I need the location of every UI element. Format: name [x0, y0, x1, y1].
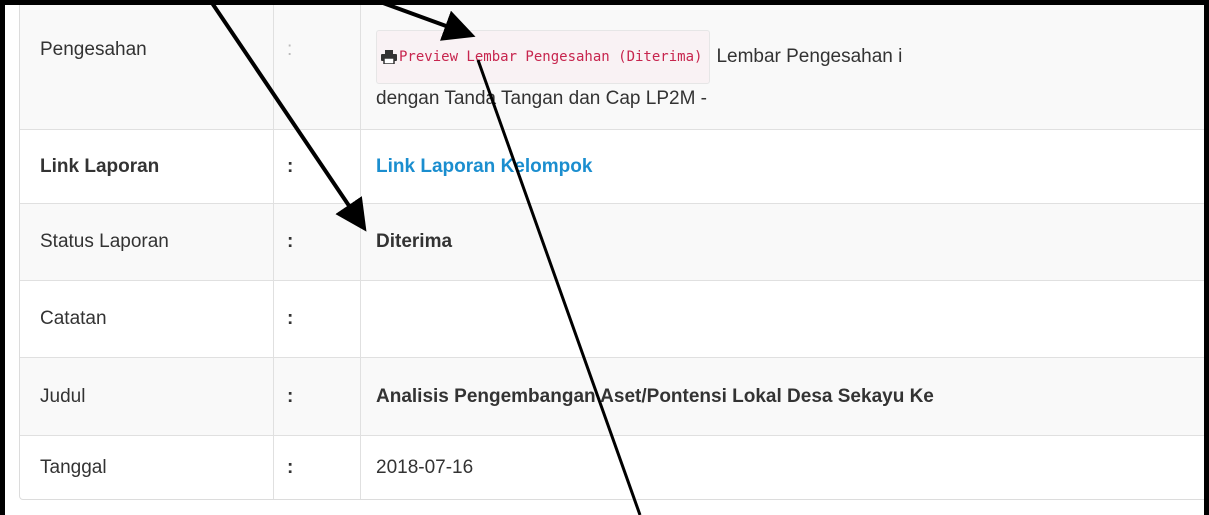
row-label: Judul — [40, 385, 86, 407]
printer-icon — [381, 50, 397, 64]
row-label: Tanggal — [40, 456, 107, 478]
row-label: Pengesahan — [40, 39, 147, 60]
row-separator: : — [273, 204, 360, 280]
row-separator: : — [273, 281, 360, 357]
catatan-value — [360, 281, 1204, 357]
row-label: Catatan — [40, 308, 107, 329]
table-row-link-laporan: Link Laporan : Link Laporan Kelompok — [20, 130, 1204, 204]
table-row-tanggal: Tanggal : 2018-07-16 — [20, 436, 1204, 499]
row-value-pengesahan: Preview Lembar Pengesahan (Diterima) Lem… — [360, 5, 1204, 129]
table-row-judul: Judul : Analisis Pengembangan Aset/Ponte… — [20, 358, 1204, 436]
pengesahan-text-line2: dengan Tanda Tangan dan Cap LP2M - — [376, 88, 708, 109]
tanggal-value: 2018-07-16 — [360, 436, 1204, 499]
table-row-catatan: Catatan : — [20, 281, 1204, 358]
table-row-pengesahan: Pengesahan : Preview Lembar Pengesahan (… — [20, 5, 1204, 130]
link-laporan-kelompok[interactable]: Link Laporan Kelompok — [376, 156, 592, 178]
judul-value: Analisis Pengembangan Aset/Pontensi Loka… — [360, 358, 1204, 435]
preview-button-label: Preview Lembar Pengesahan (Diterima) — [399, 49, 703, 65]
preview-pengesahan-button[interactable]: Preview Lembar Pengesahan (Diterima) — [376, 30, 711, 84]
row-separator: : — [273, 130, 360, 203]
table-row-status-laporan: Status Laporan : Diterima — [20, 204, 1204, 281]
row-separator: : — [273, 358, 360, 435]
row-value: Link Laporan Kelompok — [360, 130, 1204, 203]
pengesahan-text: Lembar Pengesahan i — [716, 46, 903, 68]
screenshot-frame: Pengesahan : Preview Lembar Pengesahan (… — [5, 5, 1204, 515]
status-value: Diterima — [360, 204, 1204, 280]
row-separator: : — [273, 5, 360, 129]
detail-table: Pengesahan : Preview Lembar Pengesahan (… — [19, 5, 1204, 500]
row-label: Link Laporan — [40, 155, 160, 177]
row-label: Status Laporan — [40, 231, 169, 252]
row-separator: : — [273, 436, 360, 499]
